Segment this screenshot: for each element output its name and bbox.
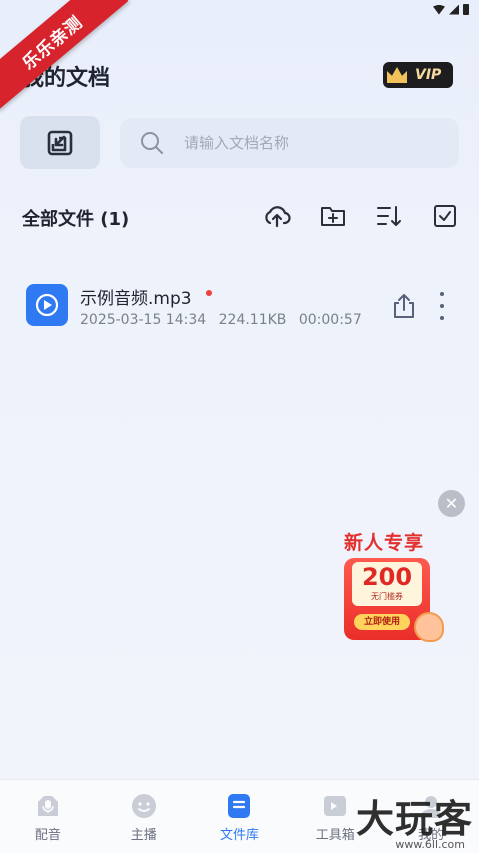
watermark-logo: 大玩客 [355, 797, 473, 841]
pointing-hand-icon [414, 612, 444, 642]
crown-icon [387, 67, 407, 83]
audio-file-icon [26, 284, 68, 326]
import-icon [47, 130, 73, 155]
toolbox-icon [321, 792, 349, 820]
file-name: 示例音频.mp3 [80, 289, 192, 309]
new-folder-button[interactable] [319, 202, 347, 230]
more-dot-icon [440, 292, 444, 296]
vip-label: VIP [415, 67, 442, 83]
file-row[interactable]: 示例音频.mp3 2025-03-15 14:34 224.11KB 00:00… [0, 272, 479, 342]
nav-item-file-library[interactable]: 文件库 [192, 780, 288, 853]
import-button[interactable] [20, 116, 100, 169]
new-folder-icon [321, 207, 345, 226]
cloud-upload-button[interactable] [263, 202, 291, 230]
nav-label: 主播 [130, 828, 157, 843]
face-icon [130, 792, 158, 820]
more-dot-icon [440, 316, 444, 320]
signal-icon [449, 4, 459, 15]
share-icon [394, 294, 414, 318]
nav-label: 文件库 [219, 828, 259, 843]
promo-ticket: 200 无门槛券 [352, 562, 422, 606]
nav-label: 配音 [34, 828, 61, 843]
search-icon [141, 132, 163, 154]
select-icon [434, 205, 456, 227]
share-button[interactable] [390, 292, 418, 320]
file-toolbar [263, 202, 459, 230]
nav-item-dubbing[interactable]: 配音 [0, 780, 96, 853]
wifi-icon [433, 4, 445, 15]
document-icon [225, 792, 253, 820]
cloud-upload-icon [265, 206, 291, 228]
nav-label: 工具箱 [315, 828, 355, 843]
promo-amount: 200 [361, 563, 413, 591]
microphone-icon [34, 792, 62, 820]
battery-icon [463, 4, 469, 15]
search-box[interactable] [120, 118, 459, 168]
promo-close-button[interactable]: ✕ [438, 490, 465, 517]
watermark-url: www.6ll.com [395, 838, 465, 851]
search-input[interactable] [184, 134, 424, 152]
promo-subtitle: 无门槛券 [371, 592, 403, 601]
promo-use-button[interactable]: 立即使用 [354, 614, 410, 630]
vip-button[interactable]: VIP [383, 62, 453, 88]
section-title: 全部文件 (1) [22, 209, 130, 230]
promo-title: 新人专享 [344, 532, 425, 554]
nav-item-anchor[interactable]: 主播 [96, 780, 192, 853]
sort-button[interactable] [375, 202, 403, 230]
more-dot-icon [440, 304, 444, 308]
file-date: 2025-03-15 14:34 [80, 312, 207, 328]
bottom-nav: 配音 主播 文件库 工具箱 我的 大玩客 www.6ll.com [0, 779, 479, 853]
close-icon: ✕ [444, 494, 459, 513]
status-icons [433, 4, 469, 15]
unread-dot [206, 290, 212, 296]
promo-banner[interactable]: 新人专享 200 无门槛券 立即使用 [340, 528, 450, 654]
file-meta: 2025-03-15 14:34 224.11KB 00:00:57 [80, 312, 370, 328]
file-duration: 00:00:57 [298, 312, 362, 328]
more-button[interactable] [436, 292, 448, 320]
sort-icon [377, 206, 401, 226]
select-button[interactable] [431, 202, 459, 230]
file-size: 224.11KB [218, 312, 287, 328]
